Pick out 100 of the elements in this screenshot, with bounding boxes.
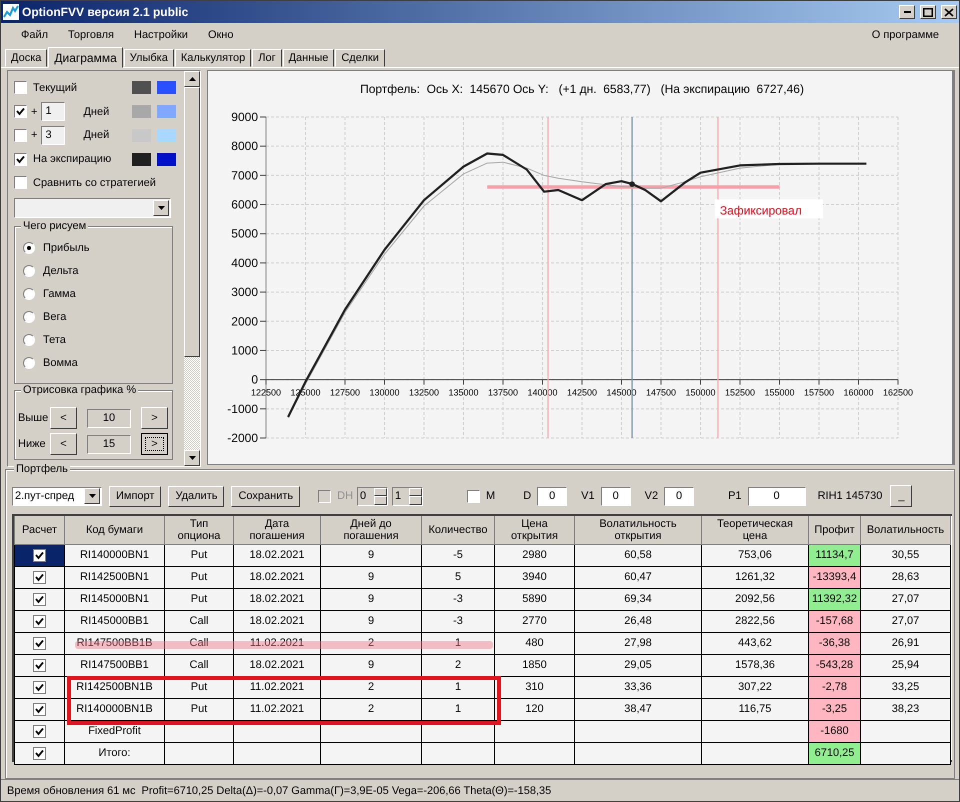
field-label: V1 [581, 490, 595, 502]
checkbox[interactable] [33, 570, 46, 584]
toolbar-button[interactable]: Импорт [109, 486, 162, 506]
table-cell: -3,25 [808, 698, 860, 720]
tab[interactable]: Сделки [335, 49, 385, 67]
value-field[interactable]: 10 [87, 408, 131, 428]
checkbox[interactable] [14, 128, 27, 142]
minimize-button[interactable]: _ [890, 485, 912, 507]
table-cell: 9 [320, 544, 422, 566]
row-selector-cell[interactable] [14, 588, 64, 610]
checkbox[interactable] [14, 81, 27, 94]
color-swatch[interactable] [157, 81, 176, 94]
column-header[interactable]: Профит [808, 516, 860, 544]
radio-button[interactable] [23, 288, 35, 300]
row-selector-cell[interactable] [14, 676, 64, 698]
row-selector-cell[interactable] [14, 698, 64, 720]
menu-item[interactable]: Настройки [124, 26, 198, 44]
input-field[interactable]: 0 [664, 486, 694, 506]
days-field[interactable]: 3 [41, 126, 66, 145]
color-swatch[interactable] [132, 105, 151, 118]
table-cell: 26,48 [574, 610, 702, 632]
decrease-button[interactable]: < [50, 407, 77, 430]
table-cell: Put [164, 544, 234, 566]
column-header[interactable]: Код бумаги [64, 516, 164, 544]
increase-button[interactable]: > [141, 407, 168, 430]
checkbox[interactable] [14, 176, 27, 190]
checkbox[interactable] [33, 680, 46, 694]
value-field[interactable]: 15 [87, 434, 131, 454]
minimize-button[interactable] [899, 5, 915, 19]
close-button[interactable] [941, 5, 957, 19]
increase-button[interactable]: > [141, 433, 168, 456]
menu-item[interactable]: Файл [11, 26, 58, 44]
checkbox[interactable] [14, 105, 27, 118]
maximize-button[interactable] [920, 5, 936, 19]
checkbox[interactable] [33, 702, 46, 716]
menu-item[interactable]: О программе [862, 26, 949, 44]
column-header[interactable]: Количество [422, 516, 494, 544]
row-selector-cell[interactable] [14, 632, 64, 654]
toolbar-button[interactable]: Сохранить [231, 486, 300, 506]
checkbox[interactable] [33, 614, 46, 628]
days-field[interactable]: 1 [41, 102, 66, 122]
column-header[interactable]: Расчет [14, 516, 64, 544]
tab[interactable]: Диаграмма [48, 47, 123, 68]
toolbar-button[interactable]: Удалить [168, 486, 224, 506]
input-field[interactable]: 0 [600, 486, 631, 506]
radio-button[interactable] [23, 311, 35, 324]
column-header[interactable]: Дата погашения [234, 516, 320, 544]
column-header[interactable]: Дней до погашения [320, 516, 422, 544]
menu-item[interactable]: Окно [198, 26, 244, 44]
column-header[interactable]: Цена открытия [494, 516, 574, 544]
menu-item[interactable]: Торговля [58, 26, 124, 44]
checkbox[interactable] [33, 592, 46, 606]
table-cell: 2770 [494, 610, 574, 632]
row-selector-cell[interactable] [14, 610, 64, 632]
row-selector-cell[interactable] [14, 720, 64, 742]
color-swatch[interactable] [157, 152, 176, 166]
column-header[interactable]: Тип опциона [164, 516, 234, 544]
input-field[interactable]: 0 [748, 486, 806, 506]
row-selector-cell[interactable] [14, 654, 64, 676]
tab[interactable]: Данные [282, 49, 334, 67]
checkbox[interactable] [33, 636, 46, 650]
tab[interactable]: Лог [252, 49, 282, 67]
radio-button[interactable] [23, 357, 35, 370]
spin-box[interactable]: 1 [392, 486, 424, 506]
strategy-dropdown[interactable] [14, 198, 171, 218]
checkbox[interactable] [33, 658, 46, 672]
checkbox[interactable] [33, 548, 46, 562]
tab[interactable]: Улыбка [124, 49, 174, 67]
input-field[interactable]: 0 [537, 486, 568, 506]
checkbox[interactable] [467, 490, 480, 502]
column-header[interactable]: Теоретическая цена [702, 516, 808, 544]
scroll-up-button[interactable] [184, 71, 200, 87]
color-swatch[interactable] [157, 105, 176, 118]
row-selector-cell[interactable] [14, 566, 64, 588]
strategy-dropdown[interactable]: 2.пут-спред [12, 486, 102, 506]
tab[interactable]: Доска [5, 49, 48, 67]
color-swatch[interactable] [157, 128, 176, 142]
table-cell: 69,34 [574, 588, 702, 610]
checkbox[interactable] [14, 152, 27, 166]
days-label: Дней [83, 129, 110, 142]
checkbox[interactable] [33, 746, 46, 760]
range-label: Выше [18, 412, 46, 424]
color-swatch[interactable] [132, 152, 151, 166]
tab[interactable]: Калькулятор [174, 49, 252, 67]
table-cell: 5890 [494, 588, 574, 610]
color-swatch[interactable] [132, 81, 151, 94]
column-header[interactable]: Волатильность [860, 516, 950, 544]
scroll-down-button[interactable] [184, 450, 200, 466]
radio-button[interactable] [23, 242, 35, 254]
radio-button[interactable] [23, 265, 35, 278]
spin-box[interactable]: 0 [357, 486, 388, 506]
checkbox[interactable] [33, 724, 46, 738]
row-selector-cell[interactable] [14, 544, 64, 566]
chart-icon [3, 4, 19, 20]
table-cell: 25,94 [860, 654, 950, 676]
radio-button[interactable] [23, 334, 35, 346]
scrollbar[interactable] [184, 71, 200, 466]
decrease-button[interactable]: < [50, 433, 77, 456]
row-selector-cell[interactable] [14, 742, 64, 764]
column-header[interactable]: Волатильность открытия [574, 516, 702, 544]
